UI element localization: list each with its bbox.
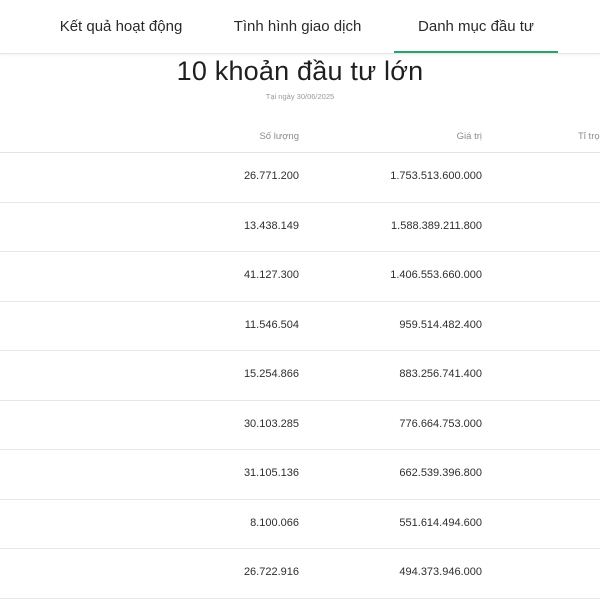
table-row[interactable]: 26.722.916 494.373.946.000: [0, 549, 600, 599]
page: Kết quả hoạt động Tình hình giao dịch Da…: [0, 0, 600, 600]
cell-quantity: 15.254.866: [243, 368, 299, 380]
tab-bar: Kết quả hoạt động Tình hình giao dịch Da…: [0, 0, 600, 54]
page-title: 10 khoản đầu tư lớn: [176, 56, 424, 86]
table-row[interactable]: 13.438.149 1.588.389.211.800: [0, 203, 600, 252]
cell-quantity: 13.438.149: [243, 219, 299, 232]
cell-quantity: 26.771.200: [243, 170, 299, 182]
table-row[interactable]: 26.771.200 1.753.513.600.000: [0, 153, 600, 203]
cell-value: 494.373.946.000: [399, 566, 482, 578]
table-row[interactable]: 11.546.504 959.514.482.400: [0, 302, 600, 351]
cell-value: 776.664.753.000: [399, 417, 482, 430]
column-header-value[interactable]: Giá trị: [457, 131, 482, 142]
table-row[interactable]: 15.254.866 883.256.741.400: [0, 351, 600, 401]
cell-quantity: 41.127.300: [243, 269, 299, 281]
holdings-table: Số lượng Giá trị Tỉ trọ 26.771.200 1.753.…: [0, 122, 600, 599]
table-row[interactable]: 8.100.066 551.614.494.600: [0, 500, 600, 549]
cell-value: 551.614.494.600: [399, 516, 482, 529]
table-row[interactable]: 41.127.300 1.406.553.660.000: [0, 252, 600, 302]
table-row[interactable]: 31.105.136 662.539.396.800: [0, 450, 600, 500]
column-header-quantity[interactable]: Số lượng: [259, 131, 299, 142]
cell-value: 1.406.553.660.000: [390, 269, 482, 281]
table-body: 26.771.200 1.753.513.600.000 13.438.149 1.5…: [0, 153, 600, 599]
cell-quantity: 11.546.504: [244, 318, 299, 331]
tab-investment-portfolio[interactable]: Danh mục đầu tư: [394, 0, 558, 53]
cell-quantity: 31.105.136: [243, 467, 299, 479]
report-date: Tại ngày 30/06/2025: [265, 92, 335, 101]
cell-value: 1.753.513.600.000: [390, 170, 482, 182]
active-tab-indicator: [394, 51, 558, 53]
cell-value: 959.514.482.400: [399, 318, 482, 331]
tab-trading-status[interactable]: Tình hình giao dịch: [215, 0, 380, 53]
cell-value: 883.256.741.400: [399, 368, 482, 380]
tab-performance-results[interactable]: Kết quả hoạt động: [40, 0, 202, 53]
cell-quantity: 26.722.916: [243, 566, 299, 578]
cell-quantity: 30.103.285: [243, 417, 299, 430]
cell-quantity: 8.100.066: [250, 516, 299, 529]
cell-value: 662.539.396.800: [399, 467, 482, 479]
table-row[interactable]: 30.103.285 776.664.753.000: [0, 401, 600, 450]
column-header-ratio[interactable]: Tỉ trọ: [578, 131, 600, 142]
cell-value: 1.588.389.211.800: [391, 219, 482, 232]
table-header: Số lượng Giá trị Tỉ trọ: [0, 122, 600, 153]
